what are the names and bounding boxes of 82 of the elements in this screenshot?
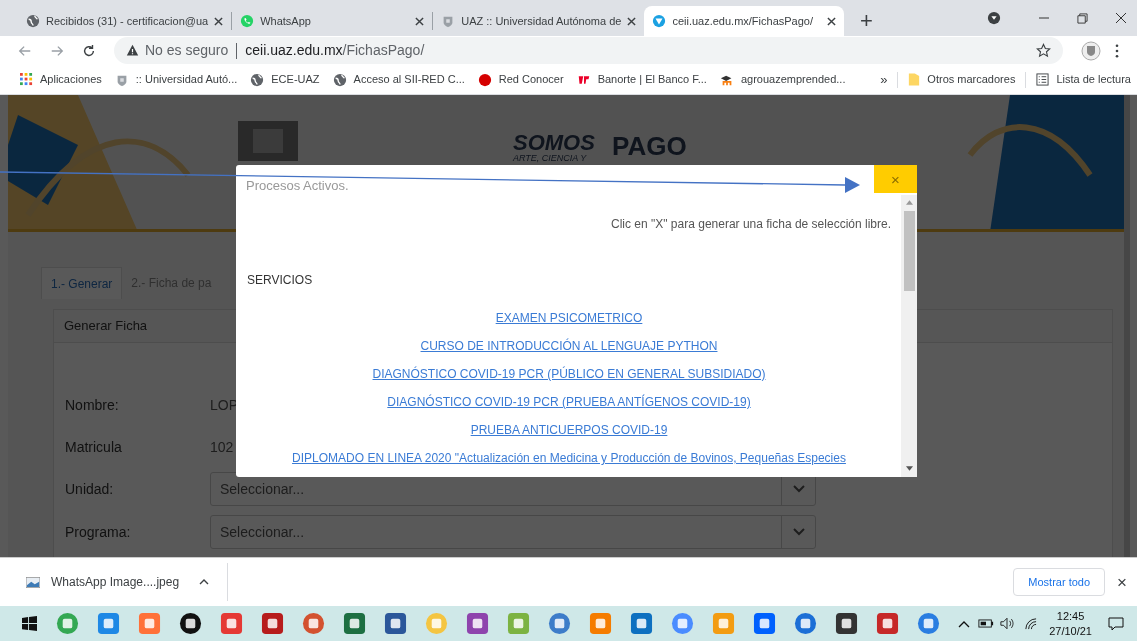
field-label: Programa: — [65, 522, 132, 542]
close-icon[interactable] — [627, 16, 637, 26]
clock[interactable]: 12:45 27/10/21 — [1049, 608, 1092, 639]
banner-text: SOMOS — [513, 132, 595, 154]
image-file-icon — [26, 576, 40, 588]
service-link[interactable]: DIAGNÓSTICO COVID-19 PCR (PRUEBA ANTÍGENOS COVID-19) — [387, 393, 751, 411]
chevron-up-icon[interactable] — [958, 619, 971, 628]
bookmark-folder[interactable]: Otros marcadores — [908, 71, 1016, 88]
scrollbar[interactable] — [901, 195, 917, 477]
bookmark-item[interactable]: ECE-UAZ — [250, 71, 320, 88]
new-tab-button[interactable]: + — [852, 7, 881, 35]
globe-icon — [26, 14, 40, 28]
address-bar[interactable]: No es seguro ceii.uaz.edu.mx/FichasPago/ — [114, 37, 1063, 64]
chevron-down-icon — [792, 528, 805, 536]
reload-icon[interactable] — [82, 43, 96, 58]
back-icon[interactable] — [18, 43, 32, 58]
apps-grid-icon — [20, 73, 33, 86]
bookmark-item[interactable]: Aplicaciones — [20, 71, 102, 88]
tab-title: UAZ :: Universidad Autónoma de — [461, 13, 622, 29]
browser-tab[interactable]: Recibidos (31) - certificacion@ua — [18, 6, 232, 36]
bookmark-item[interactable]: Red Conocer — [477, 71, 564, 88]
bookmark-item[interactable]: Banorte | El Banco F... — [576, 71, 707, 88]
list-icon — [1036, 73, 1050, 86]
close-icon[interactable] — [214, 16, 224, 26]
hint-text: Clic en "X" para generar una ficha de selección libre. — [611, 216, 891, 233]
forward-icon[interactable] — [50, 43, 64, 58]
chat-bubble-icon — [240, 14, 255, 28]
caret-up-icon[interactable] — [199, 579, 210, 585]
scroll-thumb[interactable] — [903, 211, 915, 291]
panel-title: Generar Ficha — [64, 317, 148, 336]
close-icon[interactable] — [1115, 12, 1127, 24]
dropdown-icon[interactable] — [987, 11, 1001, 25]
tab-title: Recibidos (31) - certificacion@ua — [46, 13, 209, 29]
browser-tab[interactable]: ceii.uaz.edu.mx/FichasPago/ — [644, 6, 845, 36]
browser-tab[interactable]: WhatsApp — [232, 6, 433, 36]
bookmark-item[interactable]: Acceso al SII-RED C... — [332, 71, 465, 88]
service-link[interactable]: EXAMEN PSICOMETRICO — [495, 309, 643, 327]
browser-tab[interactable]: UAZ :: Universidad Autónoma de — [433, 6, 645, 36]
globe-icon — [250, 72, 265, 87]
field-value: 102 — [210, 437, 234, 457]
chevron-down-icon — [792, 485, 805, 493]
globe-icon — [332, 72, 347, 87]
tab-title: WhatsApp — [260, 13, 312, 29]
star-icon[interactable] — [1036, 43, 1051, 58]
scroll-up-icon[interactable] — [905, 200, 913, 205]
app-icon[interactable] — [835, 612, 858, 635]
banner-title: PAGO — [612, 133, 687, 159]
tab-title: ceii.uaz.edu.mx/FichasPago/ — [672, 13, 815, 29]
close-button[interactable]: × — [1117, 573, 1127, 591]
wifi-icon[interactable] — [1024, 617, 1038, 630]
download-file-name[interactable]: WhatsApp Image....jpeg — [51, 573, 180, 591]
scroll-down-icon[interactable] — [905, 466, 913, 471]
show-all-button[interactable]: Mostrar todo — [1013, 568, 1106, 596]
close-icon[interactable] — [415, 16, 425, 26]
reading-list-button[interactable]: Lista de lectura — [1036, 71, 1131, 88]
windows-logo-icon[interactable] — [22, 616, 37, 631]
service-link[interactable]: PRUEBA ANTICUERPOS COVID-19 — [470, 421, 668, 439]
folder-icon — [908, 72, 921, 87]
close-icon[interactable] — [827, 16, 837, 26]
service-link[interactable]: DIPLOMADO EN LINEA 2020 "Actualización en Medicina y Producción de Bovinos, Pequeñas Especies — [292, 449, 846, 467]
service-link[interactable]: CURSO DE INTRODUCCIÓN AL LENGUAJE PYTHON — [420, 337, 718, 355]
service-link[interactable]: DIAGNÓSTICO COVID-19 PCR (PÚBLICO EN GENERAL SUBSIDIADO) — [372, 365, 766, 383]
bookmark-item[interactable]: agrouazemprended... — [719, 71, 846, 88]
speaker-icon[interactable] — [1000, 617, 1015, 630]
logo-icon — [576, 73, 591, 86]
field-label: Matricula — [65, 437, 123, 457]
avatar-icon[interactable] — [1081, 40, 1101, 61]
restore-icon[interactable] — [1077, 12, 1088, 24]
notification-icon[interactable] — [1108, 615, 1124, 632]
app-icon[interactable] — [179, 612, 202, 635]
battery-icon[interactable] — [978, 619, 995, 628]
section-heading: SERVICIOS — [247, 272, 314, 289]
dot-icon — [477, 72, 492, 87]
overflow-chevron[interactable]: » — [880, 69, 888, 90]
modal-title: Procesos Activos. — [246, 178, 349, 193]
field-label: Nombre: — [65, 395, 120, 415]
url-text: ceii.uaz.edu.mx/FichasPago/ — [245, 41, 425, 60]
field-label: Unidad: — [65, 479, 115, 499]
security-label: No es seguro — [145, 41, 229, 60]
menu-icon[interactable] — [1115, 43, 1119, 58]
bookmark-item[interactable]: :: Universidad Autó... — [114, 71, 238, 88]
warning-icon — [126, 44, 139, 57]
